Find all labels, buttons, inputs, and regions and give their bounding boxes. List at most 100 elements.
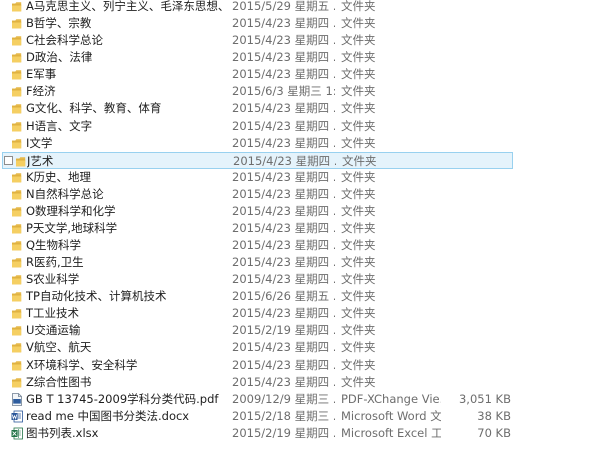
- word-document-icon: [11, 410, 23, 423]
- file-row[interactable]: I文学 2015/4/23 星期四 ... 文件夹: [0, 135, 600, 152]
- file-type: 文件夹: [341, 101, 376, 116]
- folder-icon: [15, 155, 27, 168]
- file-name: Z综合性图书: [26, 374, 92, 389]
- file-row[interactable]: C社会科学总论 2015/4/23 星期四 ... 文件夹: [0, 32, 600, 49]
- file-type: 文件夹: [341, 203, 376, 218]
- file-date-modified: 2015/4/23 星期四 ...: [232, 169, 335, 184]
- folder-icon: [11, 222, 23, 235]
- file-name: K历史、地理: [26, 169, 92, 184]
- file-row[interactable]: X环境科学、安全科学 2015/4/23 星期四 ... 文件夹: [0, 357, 600, 374]
- file-name: Q生物科学: [26, 238, 82, 252]
- file-type: 文件夹: [341, 289, 376, 304]
- folder-icon: [11, 290, 23, 303]
- file-row[interactable]: D政治、法律 2015/4/23 星期四 ... 文件夹: [0, 49, 600, 66]
- file-type: 文件夹: [341, 16, 376, 31]
- file-row[interactable]: S农业科学 2015/4/23 星期四 ... 文件夹: [0, 271, 600, 288]
- file-type: 文件夹: [341, 33, 376, 48]
- file-name: J艺术: [27, 153, 54, 168]
- folder-icon: [11, 120, 23, 133]
- file-row[interactable]: T工业技术 2015/4/23 星期四 ... 文件夹: [0, 305, 600, 322]
- file-date-modified: 2015/6/26 星期五 ...: [232, 289, 335, 304]
- file-date-modified: 2015/4/23 星期四 ...: [232, 357, 335, 372]
- file-list: A马克思主义、列宁主义、毛泽东思想、邓... 2015/5/29 星期五 ... 文…: [0, 0, 600, 458]
- file-type: 文件夹: [341, 323, 376, 338]
- file-date-modified: 2015/4/23 星期四 ...: [232, 118, 335, 133]
- folder-icon: [11, 256, 23, 269]
- file-date-modified: 2015/4/23 星期四 ...: [232, 340, 335, 355]
- file-name: O数理科学和化学: [26, 203, 116, 218]
- file-name: T工业技术: [26, 306, 80, 321]
- file-name: A马克思主义、列宁主义、毛泽东思想、邓...: [26, 0, 226, 13]
- file-date-modified: 2015/4/23 星期四 ...: [232, 33, 335, 48]
- file-type: 文件夹: [341, 186, 376, 201]
- file-type: Microsoft Excel 工...: [341, 425, 441, 440]
- file-type: 文件夹: [341, 255, 376, 270]
- file-type: 文件夹: [341, 50, 376, 65]
- file-date-modified: 2015/4/23 星期四 ...: [232, 67, 335, 82]
- folder-icon: [11, 324, 23, 337]
- file-row[interactable]: F经济 2015/6/3 星期三 1:... 文件夹: [0, 83, 600, 100]
- file-row[interactable]: K历史、地理 2015/4/23 星期四 ... 文件夹: [0, 169, 600, 186]
- file-type: 文件夹: [341, 306, 376, 321]
- file-row[interactable]: G文化、科学、教育、体育 2015/4/23 星期四 ... 文件夹: [0, 100, 600, 117]
- select-checkbox[interactable]: [4, 155, 13, 165]
- file-name: H语言、文字: [26, 118, 93, 133]
- file-type: PDF-XChange Vie...: [341, 391, 441, 406]
- file-row[interactable]: read me 中国图书分类法.docx 2015/2/18 星期三 ... Mic…: [0, 408, 600, 425]
- file-name: R医药,卫生: [26, 255, 84, 270]
- file-row[interactable]: N自然科学总论 2015/4/23 星期四 ... 文件夹: [0, 186, 600, 203]
- file-name: X环境科学、安全科学: [26, 357, 138, 372]
- folder-icon: [11, 51, 23, 64]
- excel-spreadsheet-icon: [11, 427, 23, 440]
- file-size: 70 KB: [477, 425, 511, 440]
- file-name: E军事: [26, 67, 57, 82]
- file-type: 文件夹: [341, 340, 376, 355]
- file-type: 文件夹: [341, 220, 376, 235]
- folder-icon: [11, 85, 23, 98]
- folder-icon: [11, 17, 23, 30]
- file-row[interactable]: E军事 2015/4/23 星期四 ... 文件夹: [0, 66, 600, 83]
- folder-icon: [11, 376, 23, 389]
- folder-icon: [11, 102, 23, 115]
- file-name: F经济: [26, 84, 56, 99]
- file-row[interactable]: P天文学,地球科学 2015/4/23 星期四 ... 文件夹: [0, 220, 600, 237]
- folder-icon: [11, 205, 23, 218]
- file-row[interactable]: V航空、航天 2015/4/23 星期四 ... 文件夹: [0, 339, 600, 356]
- file-date-modified: 2015/2/18 星期三 ...: [232, 408, 335, 423]
- file-row[interactable]: Q生物科学 2015/4/23 星期四 ... 文件夹: [0, 237, 600, 254]
- file-name: D政治、法律: [26, 50, 93, 65]
- file-row[interactable]: H语言、文字 2015/4/23 星期四 ... 文件夹: [0, 118, 600, 135]
- file-date-modified: 2015/4/23 星期四 ...: [233, 153, 336, 168]
- file-row-selected[interactable]: J艺术 2015/4/23 星期四 ... 文件夹: [2, 151, 513, 169]
- file-row[interactable]: 图书列表.xlsx 2015/2/19 星期四 ... Microsoft Exce…: [0, 425, 600, 442]
- file-row[interactable]: R医药,卫生 2015/4/23 星期四 ... 文件夹: [0, 254, 600, 271]
- folder-icon: [11, 188, 23, 201]
- file-date-modified: 2015/4/23 星期四 ...: [232, 272, 335, 287]
- file-name: C社会科学总论: [26, 33, 104, 48]
- file-row[interactable]: O数理科学和化学 2015/4/23 星期四 ... 文件夹: [0, 203, 600, 220]
- folder-icon: [11, 239, 23, 252]
- file-name: G文化、科学、教育、体育: [26, 101, 162, 116]
- folder-icon: [11, 171, 23, 184]
- file-type: 文件夹: [341, 238, 376, 252]
- file-type: 文件夹: [341, 357, 376, 372]
- file-date-modified: 2015/4/23 星期四 ...: [232, 306, 335, 321]
- file-name: B哲学、宗教: [26, 16, 92, 31]
- file-name: V航空、航天: [26, 340, 92, 355]
- file-row[interactable]: B哲学、宗教 2015/4/23 星期四 ... 文件夹: [0, 15, 600, 32]
- file-row[interactable]: TP自动化技术、计算机技术 2015/6/26 星期五 ... 文件夹: [0, 288, 600, 305]
- folder-icon: [11, 341, 23, 354]
- folder-icon: [11, 359, 23, 372]
- file-date-modified: 2015/2/19 星期四 ...: [232, 425, 335, 440]
- file-type: 文件夹: [341, 374, 376, 389]
- file-size: 3,051 KB: [458, 391, 511, 406]
- file-row[interactable]: U交通运输 2015/2/19 星期四 ... 文件夹: [0, 322, 600, 339]
- file-date-modified: 2015/4/23 星期四 ...: [232, 186, 335, 201]
- file-row[interactable]: Z综合性图书 2015/4/23 星期四 ... 文件夹: [0, 374, 600, 391]
- file-name: S农业科学: [26, 272, 80, 287]
- file-date-modified: 2015/4/23 星期四 ...: [232, 16, 335, 31]
- file-row[interactable]: A马克思主义、列宁主义、毛泽东思想、邓... 2015/5/29 星期五 ... 文…: [0, 0, 600, 15]
- folder-icon: [11, 68, 23, 81]
- folder-icon: [11, 0, 23, 13]
- file-row[interactable]: GB T 13745-2009学科分类代码.pdf 2009/12/9 星期三 .…: [0, 391, 600, 408]
